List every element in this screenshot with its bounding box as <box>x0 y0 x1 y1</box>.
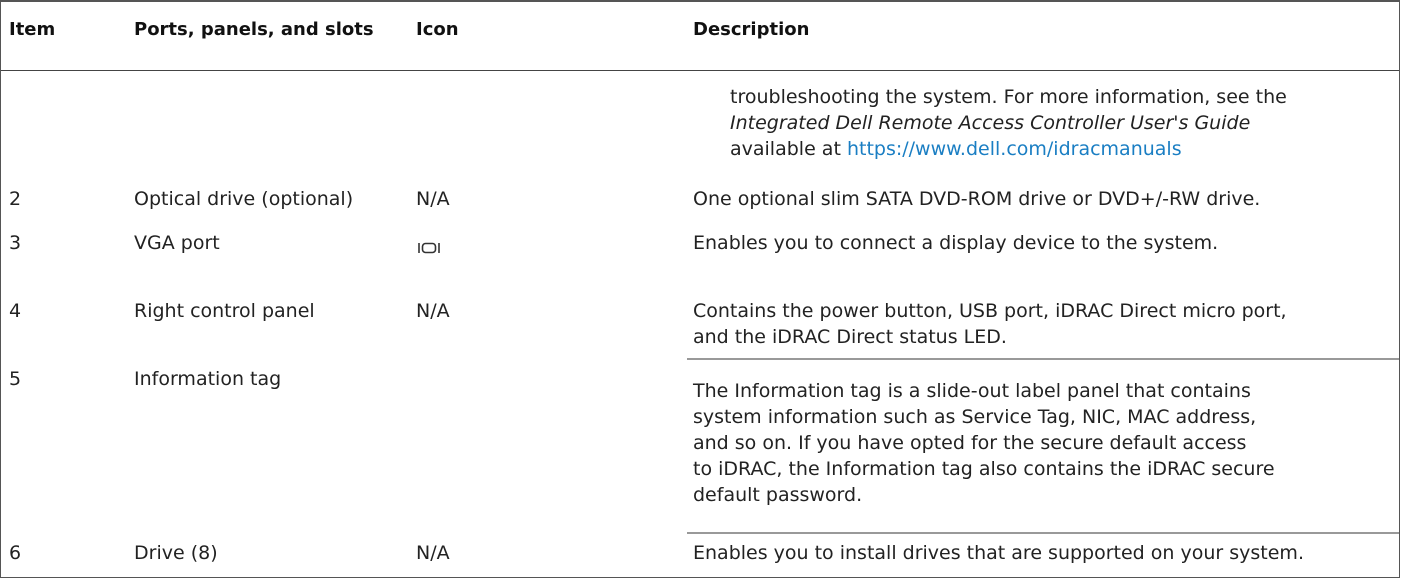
row-5-divider <box>687 532 1399 534</box>
row-3-item: 3 <box>9 232 22 254</box>
row-6-icon: N/A <box>416 542 450 564</box>
header-ports: Ports, panels, and slots <box>134 19 374 40</box>
header-icon: Icon <box>416 19 459 40</box>
row-3-description: Enables you to connect a display device … <box>693 232 1219 254</box>
header-divider <box>1 70 1399 71</box>
row-2-description: One optional slim SATA DVD-ROM drive or … <box>693 188 1261 210</box>
row-6-item: 6 <box>9 542 22 564</box>
row-5-desc-line2: system information such as Service Tag, … <box>693 406 1257 428</box>
row-4-icon: N/A <box>416 300 450 322</box>
vga-port-icon <box>418 242 440 254</box>
guide-title: Integrated Dell Remote Access Controller… <box>730 112 1251 134</box>
row-3-port: VGA port <box>134 232 220 254</box>
row-2-icon: N/A <box>416 188 450 210</box>
header-item: Item <box>9 19 56 40</box>
row-6-port: Drive (8) <box>134 542 218 564</box>
idrac-manuals-link[interactable]: https://www.dell.com/idracmanuals <box>847 138 1182 160</box>
row-4-item: 4 <box>9 300 22 322</box>
row-5-desc-line4: to iDRAC, the Information tag also conta… <box>693 458 1275 480</box>
row-5-desc-line1: The Information tag is a slide-out label… <box>693 380 1251 402</box>
continuation-line3: available at https://www.dell.com/idracm… <box>730 136 1182 162</box>
row-5-port: Information tag <box>134 368 282 390</box>
row-5-desc-line5: default password. <box>693 484 863 506</box>
continuation-line1: troubleshooting the system. For more inf… <box>730 86 1287 108</box>
row-6-description: Enables you to install drives that are s… <box>693 542 1304 564</box>
row-4-port: Right control panel <box>134 300 315 322</box>
row-2-port: Optical drive (optional) <box>134 188 354 210</box>
ports-table: Item Ports, panels, and slots Icon Descr… <box>0 0 1400 578</box>
header-description: Description <box>693 19 810 40</box>
available-text: available at <box>730 138 841 160</box>
row-2-item: 2 <box>9 188 22 210</box>
row-5-desc-line3: and so on. If you have opted for the sec… <box>693 432 1247 454</box>
row-4-desc-line2: and the iDRAC Direct status LED. <box>693 326 1007 348</box>
row-4-desc-line1: Contains the power button, USB port, iDR… <box>693 300 1287 322</box>
row-5-item: 5 <box>9 368 22 390</box>
row-4-divider <box>687 358 1399 360</box>
